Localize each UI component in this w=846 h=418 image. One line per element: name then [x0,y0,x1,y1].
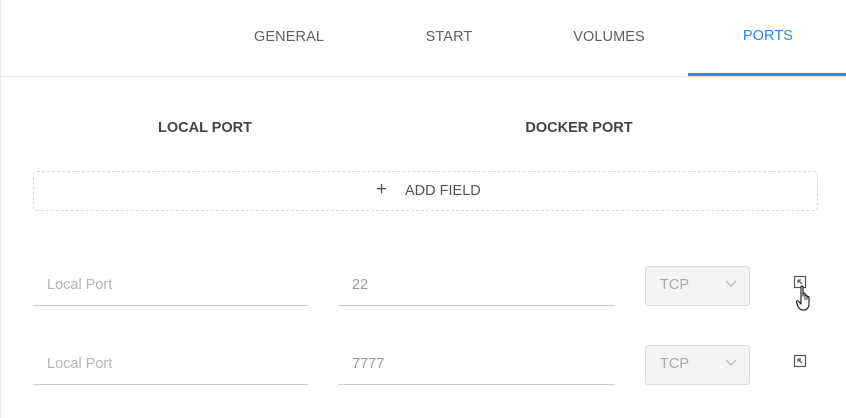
docker-port-input[interactable] [338,345,615,383]
docker-port-field [338,266,615,306]
tab-label: GENERAL [254,29,324,45]
local-port-header: LOCAL PORT [158,120,252,136]
docker-port-input[interactable] [338,266,615,304]
tab-label: PORTS [742,28,794,44]
add-field-button[interactable]: + ADD FIELD [33,171,818,211]
ports-panel: GENERAL START VOLUMES PORTS LOCAL PORT D… [0,0,846,418]
protocol-value: TCP [660,356,689,372]
remove-icon[interactable] [792,353,810,371]
tab-label: START [425,29,473,45]
active-tab-indicator [688,73,846,76]
add-field-label: ADD FIELD [405,183,481,199]
plus-icon: + [376,179,388,200]
tab-general[interactable]: GENERAL [229,0,349,76]
docker-port-field [338,345,615,385]
tab-volumes[interactable]: VOLUMES [549,0,669,76]
protocol-select[interactable]: TCP [645,345,750,385]
tab-label: VOLUMES [573,29,645,45]
local-port-input[interactable] [33,266,308,304]
chevron-down-icon [725,280,737,287]
tab-start[interactable]: START [389,0,509,76]
docker-port-header: DOCKER PORT [525,120,633,136]
protocol-select[interactable]: TCP [645,266,750,306]
tab-ports[interactable]: PORTS [688,0,846,76]
tab-bar: GENERAL START VOLUMES PORTS [1,0,846,77]
chevron-down-icon [725,359,737,366]
local-port-input[interactable] [33,345,308,383]
local-port-field [33,345,308,385]
protocol-value: TCP [660,277,689,293]
local-port-field [33,266,308,306]
hand-cursor-icon [796,285,810,311]
